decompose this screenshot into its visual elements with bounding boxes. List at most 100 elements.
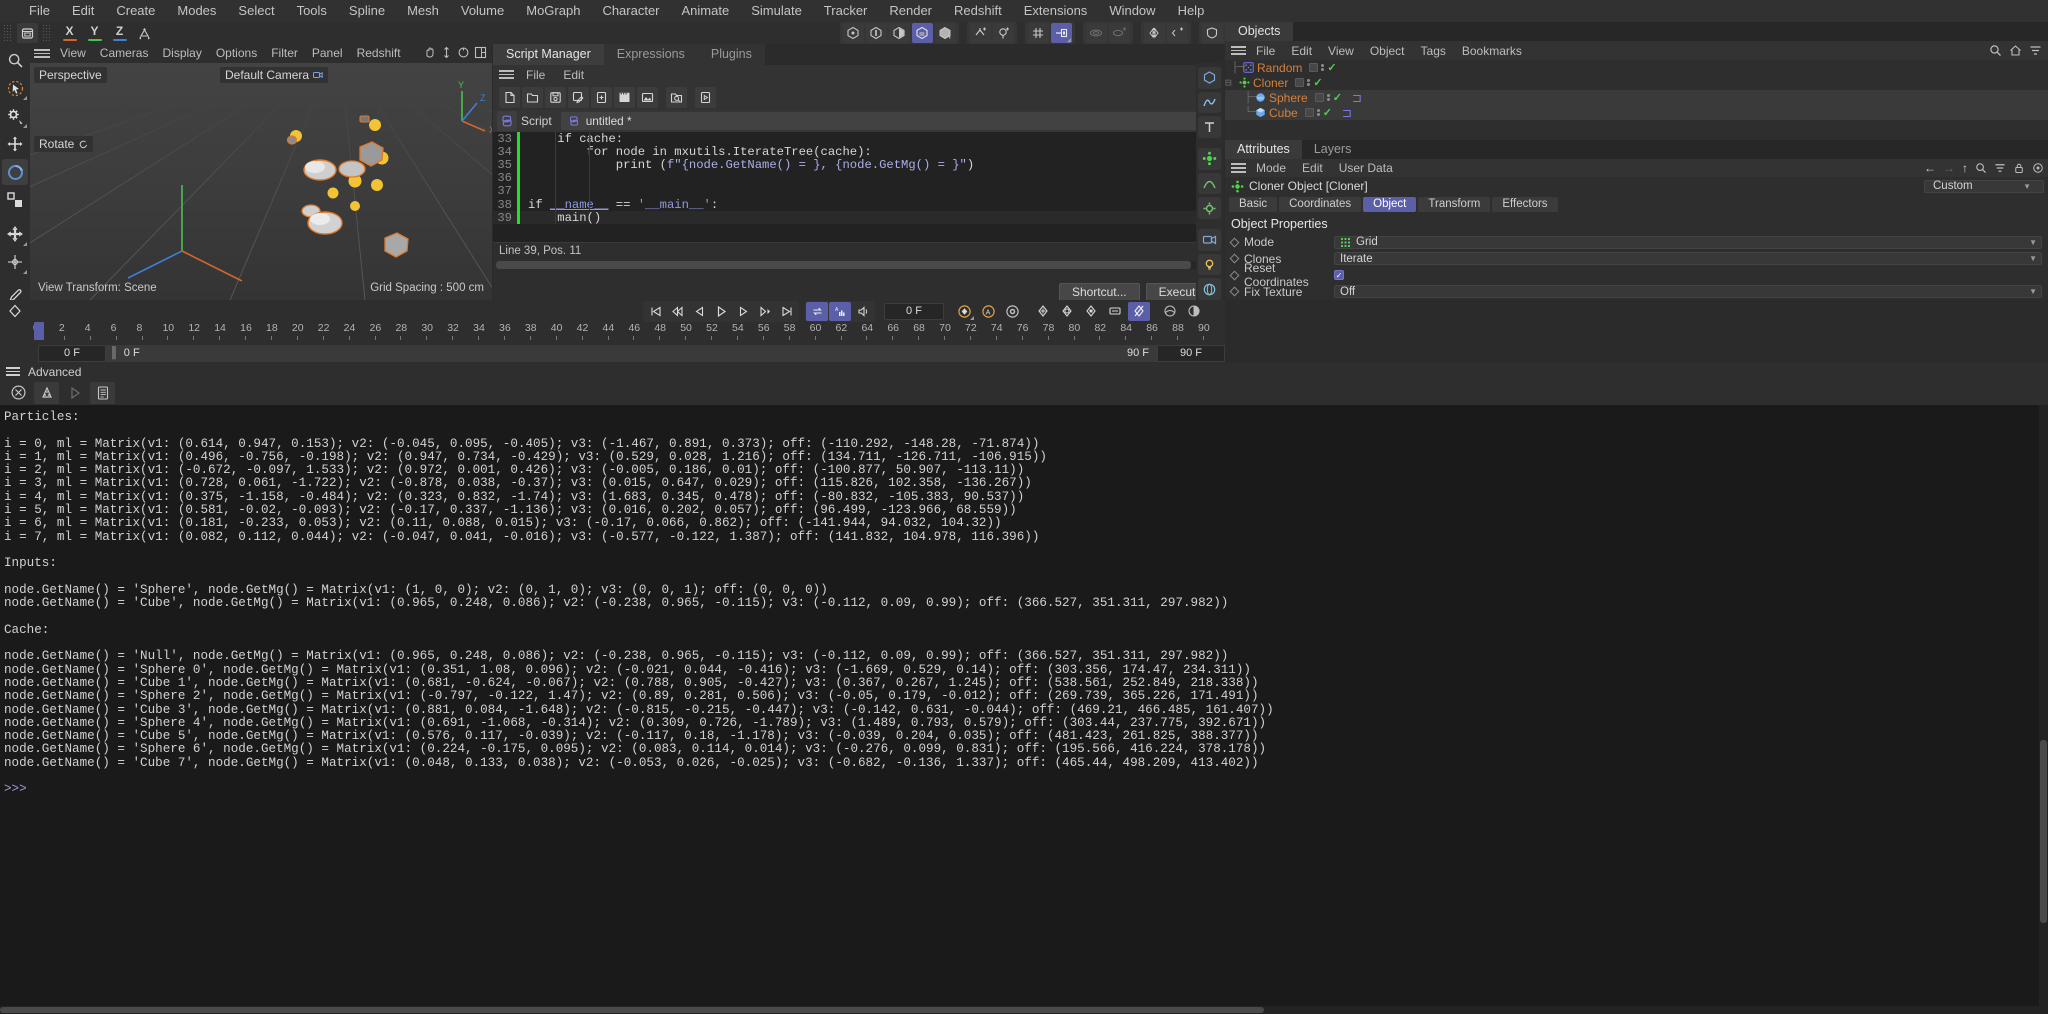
object-row-cube[interactable]: └─Cube✓⊐ [1225, 105, 2048, 120]
script-execute-icon[interactable] [695, 87, 716, 108]
viewport-canvas[interactable]: Y X Z [30, 63, 492, 300]
viewport[interactable]: Y X Z [30, 44, 492, 300]
chevron-down-icon[interactable]: ▼ [2029, 287, 2037, 296]
scale-key-icon[interactable] [1080, 302, 1102, 321]
move-axis-tool-icon[interactable] [2, 221, 28, 247]
text-tool-icon[interactable] [1198, 116, 1221, 138]
timeline-track[interactable]: ▌ 0 F 90 F [106, 345, 1157, 362]
property-keyframe-diamond[interactable] [1230, 270, 1240, 280]
menu-item-volume[interactable]: Volume [450, 0, 515, 22]
timeline-ruler[interactable]: 0246810121416182022242628303234363840424… [38, 322, 1225, 343]
attr-back-icon[interactable]: ← [1924, 161, 1936, 175]
loop-icon[interactable] [806, 302, 828, 321]
code-line[interactable]: 33 if cache: [493, 132, 1223, 145]
polygon-mode-icon[interactable] [889, 23, 910, 43]
object-enable-dots[interactable] [1327, 94, 1330, 102]
live-selection-icon[interactable] [2, 75, 28, 101]
objects-hamburger-icon[interactable] [1231, 44, 1246, 57]
property-checkbox[interactable]: ✓ [1334, 270, 1344, 280]
property-field[interactable]: Iterate▼ [1334, 252, 2042, 265]
save-script-icon[interactable] [545, 87, 566, 108]
object-tag-icon[interactable]: ⊐ [1342, 106, 1352, 120]
toolbar-grip[interactable] [3, 24, 13, 42]
tool-settings-icon[interactable] [2, 103, 28, 129]
viewport-men-panel[interactable]: Panel [305, 44, 350, 63]
shortcut-button[interactable]: Shortcut... [1059, 283, 1140, 302]
keyframe-icon[interactable] [8, 304, 22, 318]
viewport-men-view[interactable]: View [53, 44, 93, 63]
attr-up-icon[interactable]: ↑ [1962, 161, 1968, 175]
menu-item-window[interactable]: Window [1098, 0, 1166, 22]
enable-axis-icon[interactable] [993, 23, 1014, 43]
script-file-chip[interactable]: untitled * ▼ [561, 112, 1220, 130]
move-tool-icon[interactable] [2, 131, 28, 157]
autokey-icon[interactable]: A [829, 302, 851, 321]
axis-x-button[interactable]: X [59, 23, 80, 43]
menu-item-character[interactable]: Character [591, 0, 670, 22]
attributes-preset-chip[interactable]: Custom ▼ [1924, 180, 2044, 193]
menu-item-mograph[interactable]: MoGraph [515, 0, 591, 22]
object-enabled-check-icon[interactable]: ✓ [1323, 106, 1332, 119]
toolbar-grip-2[interactable] [42, 24, 52, 42]
go-to-end-icon[interactable] [776, 302, 798, 321]
attr-search-icon[interactable] [1975, 162, 1987, 174]
anim-filter-icon[interactable] [1183, 302, 1205, 321]
timeline-playhead[interactable] [34, 322, 44, 340]
tab-layers[interactable]: Layers [1302, 140, 1364, 159]
rotate-tool-icon[interactable] [2, 159, 28, 185]
attr-target-icon[interactable] [2032, 162, 2044, 174]
viewport-camera-label[interactable]: Default Camera [220, 67, 328, 83]
camera-object-icon[interactable] [1198, 229, 1221, 251]
menu-item-spline[interactable]: Spline [338, 0, 396, 22]
script-render-icon[interactable] [614, 87, 635, 108]
tab-plugins[interactable]: Plugins [698, 44, 765, 65]
objects-filter-icon[interactable] [2029, 44, 2042, 57]
subtab-basic[interactable]: Basic [1229, 197, 1277, 212]
spline-object-icon[interactable] [1198, 92, 1221, 114]
object-tree[interactable]: ├─Random✓⊟ Cloner✓ ├─Sphere✓⊐ └─Cube✓⊐ [1225, 60, 2048, 140]
console-filter-icon[interactable] [34, 382, 59, 404]
current-frame-field[interactable]: 0 F [884, 303, 944, 320]
timeline-start-field[interactable]: 0 F [38, 345, 106, 362]
code-editor[interactable]: 33 if cache:34 for node in mxutils.Itera… [493, 132, 1223, 242]
tab-attributes[interactable]: Attributes [1225, 140, 1302, 159]
attributes-menu-user-data[interactable]: User Data [1331, 161, 1401, 175]
magnifier-icon[interactable] [2, 47, 28, 73]
preset-caret-icon[interactable]: ▼ [2023, 182, 2031, 191]
script-search-folder-icon[interactable] [666, 87, 687, 108]
attr-forward-icon[interactable]: → [1943, 161, 1955, 175]
open-script-icon[interactable] [522, 87, 543, 108]
parametric-object-icon[interactable] [1198, 67, 1221, 89]
viewport-men-cameras[interactable]: Cameras [93, 44, 156, 63]
menu-item-tools[interactable]: Tools [286, 0, 338, 22]
object-enable-dots[interactable] [1321, 64, 1324, 72]
script-menu-file[interactable]: File [517, 68, 554, 82]
script-menu-edit[interactable]: Edit [554, 68, 593, 82]
menu-item-edit[interactable]: Edit [61, 0, 105, 22]
mirror-add-icon[interactable] [1167, 23, 1188, 43]
undo-icon[interactable] [17, 23, 38, 43]
object-mode-icon[interactable] [912, 23, 933, 43]
object-row-sphere[interactable]: ├─Sphere✓⊐ [1225, 90, 2048, 105]
keyframe-settings-icon[interactable] [1001, 302, 1023, 321]
objects-menu-object[interactable]: Object [1362, 44, 1413, 58]
property-field[interactable]: Off▼ [1334, 285, 2042, 298]
quantize-icon[interactable] [1051, 23, 1072, 43]
viewport-men-options[interactable]: Options [209, 44, 264, 63]
object-visibility-toggle[interactable] [1309, 63, 1318, 72]
go-to-start-icon[interactable] [644, 302, 666, 321]
tab-script-manager[interactable]: Script Manager [493, 44, 604, 65]
script-hamburger-icon[interactable] [499, 68, 514, 81]
object-tag-icon[interactable]: ⊐ [1352, 91, 1362, 105]
new-script-icon[interactable] [499, 87, 520, 108]
viewport-men-display[interactable]: Display [155, 44, 208, 63]
attributes-hamburger-icon[interactable] [1231, 162, 1246, 175]
object-row-controls[interactable]: ✓ [1305, 106, 1332, 119]
world-object-axis-icon[interactable] [134, 23, 155, 43]
code-line[interactable]: 35 print (f"{node.GetName() = }, {node.G… [493, 158, 1223, 171]
code-line[interactable]: 34 for node in mxutils.IterateTree(cache… [493, 145, 1223, 158]
property-keyframe-diamond[interactable] [1230, 254, 1240, 264]
light-object-icon[interactable] [1198, 254, 1221, 276]
menu-item-help[interactable]: Help [1167, 0, 1216, 22]
record-key-icon[interactable] [953, 302, 975, 321]
